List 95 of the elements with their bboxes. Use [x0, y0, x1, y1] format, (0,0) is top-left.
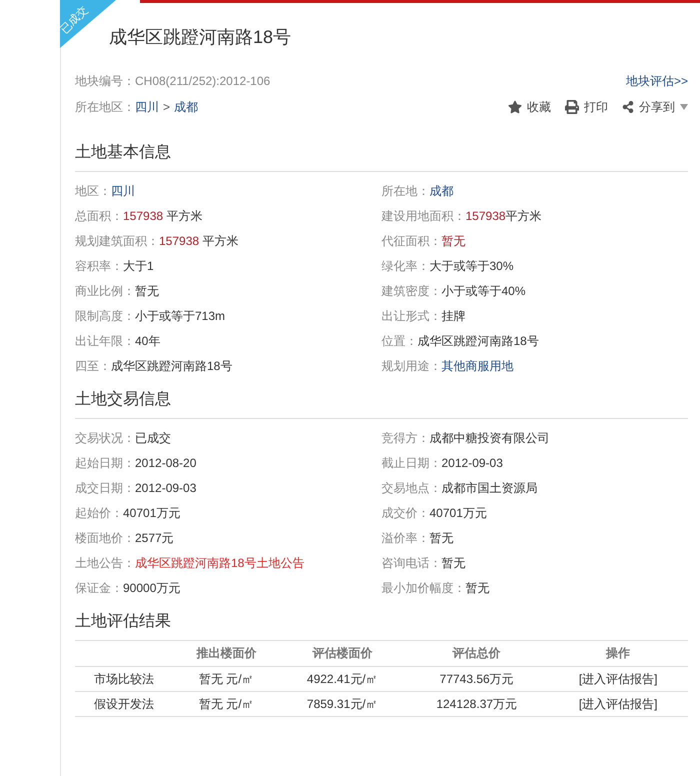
table-cell: 4922.41元/㎡ [280, 666, 406, 691]
field-value: 成华区跳蹬河南路18号 [111, 358, 232, 374]
breadcrumb-separator: > [163, 99, 170, 116]
field-label: 建筑密度： [382, 282, 442, 300]
field-link[interactable]: 四川 [111, 182, 135, 200]
field-label: 保证金： [75, 580, 123, 596]
column-header: 评估总价 [405, 641, 548, 666]
table-cell: 7859.31元/㎡ [280, 691, 406, 716]
table-cell: 77743.56万元 [405, 666, 548, 691]
field-value: 157938 [466, 208, 506, 224]
field-label: 楼面地价： [75, 530, 135, 546]
dropdown-caret-icon [680, 104, 688, 110]
field-label: 限制高度： [75, 308, 135, 324]
field-value: 90000万元 [123, 580, 180, 596]
column-header: 操作 [548, 641, 688, 666]
table-cell: 暂无 元/㎡ [173, 691, 280, 716]
field-label: 截止日期： [382, 454, 442, 472]
field-label: 绿化率： [382, 258, 430, 274]
report-link[interactable]: [进入评估报告] [578, 672, 658, 686]
field-value: 已成交 [135, 430, 171, 446]
field-label: 咨询电话： [382, 554, 442, 572]
field-label: 容积率： [75, 258, 123, 274]
field-link[interactable]: 成都 [430, 182, 454, 200]
field-label: 代征面积： [382, 232, 442, 250]
field-label: 建设用地面积： [382, 208, 466, 224]
field-value: 40701万元 [430, 504, 487, 522]
print-action-button[interactable]: 打印 [565, 98, 608, 116]
field-label: 成交日期： [75, 480, 135, 496]
field-value: 2012-08-20 [135, 454, 196, 472]
table-cell: 市场比较法 [75, 666, 173, 691]
section-title: 土地评估结果 [75, 612, 171, 632]
evaluate-link[interactable]: 地块评估>> [626, 72, 688, 90]
field-label: 出让形式： [382, 308, 442, 324]
field-label: 竞得方： [382, 430, 430, 446]
field-value: 成都市国土资源局 [442, 480, 538, 496]
field-label: 最小加价幅度： [382, 580, 466, 596]
field-value: 暂无 [466, 580, 490, 596]
field-value: 平方米 [506, 208, 542, 224]
field-value: 暂无 [430, 530, 454, 546]
field-value: 40701万元 [123, 504, 180, 522]
field-label: 所在地： [382, 182, 430, 200]
column-header: 推出楼面价 [173, 641, 280, 666]
star-action-button[interactable]: 收藏 [508, 98, 551, 116]
field-label: 位置： [382, 332, 418, 350]
section-title: 土地交易信息 [75, 390, 171, 410]
field-value: 小于或等于40% [442, 282, 526, 300]
table-cell: 124128.37万元 [405, 691, 548, 716]
field-value: 暂无 [442, 554, 466, 572]
region-label: 所在地区： [75, 99, 135, 116]
report-link[interactable]: [进入评估报告] [578, 696, 658, 710]
field-label: 四至： [75, 358, 111, 374]
column-header: 评估楼面价 [280, 641, 406, 666]
field-label: 交易地点： [382, 480, 442, 496]
field-value: 挂牌 [442, 308, 466, 324]
field-value: 暂无 [442, 232, 466, 250]
field-value: 2012-09-03 [135, 480, 196, 496]
table-cell: 假设开发法 [75, 691, 173, 716]
field-label: 成交价： [382, 504, 430, 522]
star-icon [508, 100, 522, 114]
field-label: 地区： [75, 182, 111, 200]
field-value: 2012-09-03 [442, 454, 503, 472]
field-label: 溢价率： [382, 530, 430, 546]
field-value: 2577元 [135, 530, 174, 546]
field-value: 平方米 [165, 208, 202, 224]
field-label: 总面积： [75, 208, 123, 224]
section-title: 土地基本信息 [75, 142, 171, 163]
field-value: 平方米 [201, 232, 238, 250]
page-title: 成华区跳蹬河南路18号 [109, 26, 292, 48]
field-label: 起始日期： [75, 454, 135, 472]
field-value: 157938 [159, 232, 200, 250]
field-value: 大于1 [123, 258, 154, 274]
share-action-button[interactable]: 分享到 [622, 98, 688, 116]
field-label: 规划建筑面积： [75, 232, 159, 250]
parcel-number-label: 地块编号： [75, 73, 135, 90]
printer-icon [565, 100, 579, 114]
field-label: 土地公告： [75, 554, 135, 572]
field-label: 出让年限： [75, 332, 135, 350]
field-label: 交易状况： [75, 430, 135, 446]
field-value: 157938 [123, 208, 164, 224]
field-value: 暂无 [135, 282, 159, 300]
field-link[interactable]: 成华区跳蹬河南路18号土地公告 [135, 554, 304, 572]
field-value: 成都中糖投资有限公司 [430, 430, 550, 446]
field-label: 商业比例： [75, 282, 135, 300]
field-label: 规划用途： [382, 358, 442, 374]
field-value: 大于或等于30% [430, 258, 514, 274]
field-label: 起始价： [75, 504, 123, 522]
field-value: 40年 [135, 332, 160, 350]
field-value: 小于或等于713m [135, 308, 226, 324]
province-link[interactable]: 四川 [135, 98, 159, 116]
field-link[interactable]: 其他商服用地 [442, 356, 514, 374]
table-cell: 暂无 元/㎡ [173, 666, 280, 691]
field-value: 成华区跳蹬河南路18号 [418, 332, 539, 350]
share-icon [622, 101, 634, 113]
city-link[interactable]: 成都 [174, 98, 198, 116]
parcel-number: CH08(211/252):2012-106 [135, 73, 270, 90]
